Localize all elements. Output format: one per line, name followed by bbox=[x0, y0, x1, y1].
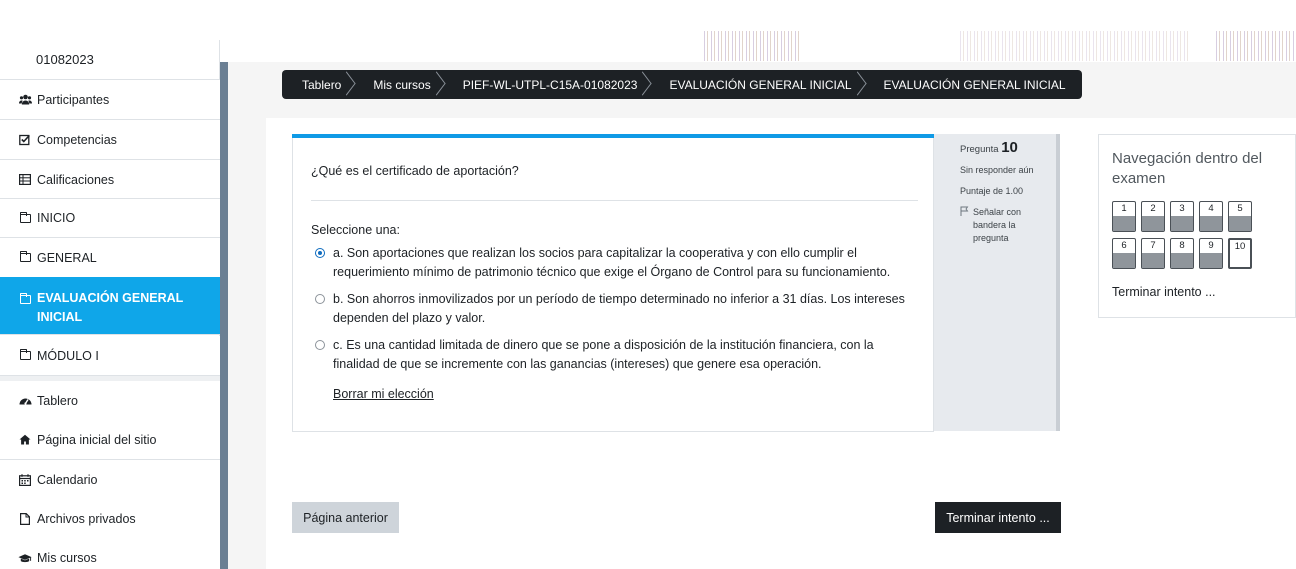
sidebar-item-label: Calendario bbox=[37, 472, 98, 487]
breadcrumb-item-mis-cursos[interactable]: Mis cursos bbox=[353, 70, 442, 99]
users-icon bbox=[18, 93, 32, 107]
sidebar-item-course-code[interactable]: 01082023 bbox=[0, 40, 220, 80]
sidebar-item-evaluacion-general-inicial[interactable]: EVALUACIÓN GENERAL INICIAL bbox=[0, 277, 220, 335]
sidebar-item-tablero[interactable]: Tablero bbox=[0, 381, 220, 421]
question-accent-bar bbox=[292, 134, 934, 138]
sidebar-item-label: INICIO bbox=[37, 211, 76, 225]
breadcrumb-item-current: EVALUACIÓN GENERAL INICIAL bbox=[864, 70, 1066, 99]
dashboard-icon bbox=[18, 394, 32, 408]
sidebar-item-mis-cursos[interactable]: Mis cursos bbox=[0, 538, 220, 569]
answer-option-text: c. Es una cantidad limitada de dinero qu… bbox=[333, 338, 874, 371]
quiz-navigation-title: Navegación dentro del examen bbox=[1112, 150, 1263, 187]
question-status: Sin responder aún bbox=[960, 165, 1034, 175]
question-text: ¿Qué es el certificado de aportación? bbox=[311, 164, 519, 178]
graduation-cap-icon bbox=[18, 551, 32, 565]
flag-question-toggle[interactable]: Señalar con bandera la pregunta bbox=[960, 206, 1047, 245]
sidebar-item-competencias[interactable]: Competencias bbox=[0, 120, 220, 160]
folder-icon bbox=[18, 292, 32, 306]
breadcrumb-item-tablero[interactable]: Tablero bbox=[290, 70, 353, 99]
breadcrumb-label: EVALUACIÓN GENERAL INICIAL bbox=[669, 77, 852, 92]
clear-choice-link[interactable]: Borrar mi elección bbox=[333, 387, 434, 401]
sidebar-item-label: Archivos privados bbox=[37, 511, 136, 526]
file-icon bbox=[18, 512, 32, 526]
question-info: Pregunta 10 Sin responder aún Puntaje de… bbox=[934, 134, 1060, 431]
sidebar-item-modulo-i[interactable]: MÓDULO I bbox=[0, 336, 220, 376]
answer-option-c[interactable]: c. Es una cantidad limitada de dinero qu… bbox=[315, 336, 915, 374]
sidebar-item-general[interactable]: GENERAL bbox=[0, 238, 220, 278]
quiz-nav-button-5[interactable]: 5 bbox=[1228, 201, 1252, 232]
answer-option-a[interactable]: a. Son aportaciones que realizan los soc… bbox=[315, 244, 915, 282]
sidebar-item-label: Página inicial del sitio bbox=[37, 432, 157, 447]
sidebar-item-calificaciones[interactable]: Calificaciones bbox=[0, 160, 220, 200]
quiz-nav-button-9[interactable]: 9 bbox=[1199, 238, 1223, 269]
breadcrumb-item-course[interactable]: PIEF-WL-UTPL-C15A-01082023 bbox=[443, 70, 650, 99]
sidebar-item-inicio[interactable]: INICIO bbox=[0, 198, 220, 238]
folder-icon bbox=[18, 251, 32, 265]
image-artifact bbox=[1216, 31, 1296, 61]
image-artifact bbox=[704, 31, 800, 61]
home-icon bbox=[18, 433, 32, 447]
quiz-nav-button-2[interactable]: 2 bbox=[1141, 201, 1165, 232]
sidebar-item-label: Competencias bbox=[37, 132, 117, 147]
finish-attempt-link[interactable]: Terminar intento ... bbox=[1112, 285, 1216, 299]
breadcrumb-label: Tablero bbox=[302, 77, 342, 92]
sidebar-item-pagina-inicial[interactable]: Página inicial del sitio bbox=[0, 420, 220, 460]
question-number-value: 10 bbox=[1001, 139, 1018, 156]
radio-unselected[interactable] bbox=[315, 340, 325, 350]
sidebar-item-label: Tablero bbox=[37, 393, 78, 408]
answer-option-b[interactable]: b. Son ahorros inmovilizados por un perí… bbox=[315, 290, 915, 328]
answer-option-text: a. Son aportaciones que realizan los soc… bbox=[333, 246, 891, 279]
image-artifact bbox=[960, 31, 1190, 61]
sidebar-item-label: Participantes bbox=[37, 92, 110, 107]
select-prompt: Seleccione una: bbox=[311, 223, 400, 237]
folder-icon bbox=[18, 211, 32, 225]
radio-unselected[interactable] bbox=[315, 294, 325, 304]
previous-page-button[interactable]: Página anterior bbox=[292, 502, 399, 533]
question-score: Puntaje de 1.00 bbox=[960, 186, 1024, 196]
course-sidebar: 01082023 Participantes Competencias Cali… bbox=[0, 40, 220, 569]
breadcrumb-label: PIEF-WL-UTPL-C15A-01082023 bbox=[462, 77, 638, 92]
answer-option-text: b. Son ahorros inmovilizados por un perí… bbox=[333, 292, 905, 325]
quiz-nav-button-8[interactable]: 8 bbox=[1170, 238, 1194, 269]
quiz-nav-button-3[interactable]: 3 bbox=[1170, 201, 1194, 232]
flag-question-label: Señalar con bandera la pregunta bbox=[973, 207, 1022, 243]
quiz-nav-button-6[interactable]: 6 bbox=[1112, 238, 1136, 269]
sidebar-item-label: Mis cursos bbox=[37, 551, 97, 565]
breadcrumb-label: Mis cursos bbox=[373, 77, 431, 92]
breadcrumb: Tablero Mis cursos PIEF-WL-UTPL-C15A-010… bbox=[282, 70, 1082, 99]
sidebar-item-label: Calificaciones bbox=[37, 172, 115, 187]
breadcrumb-item-section[interactable]: EVALUACIÓN GENERAL INICIAL bbox=[649, 70, 863, 99]
sidebar-edge bbox=[220, 62, 228, 569]
sidebar-item-label: EVALUACIÓN GENERAL INICIAL bbox=[37, 291, 184, 324]
quiz-nav-button-7[interactable]: 7 bbox=[1141, 238, 1165, 269]
sidebar-item-label: MÓDULO I bbox=[37, 348, 99, 363]
question-number: Pregunta 10 bbox=[960, 139, 1047, 156]
checkbox-icon bbox=[18, 133, 32, 147]
folder-icon bbox=[18, 349, 32, 363]
sidebar-item-label: 01082023 bbox=[36, 52, 94, 67]
sidebar-item-archivos-privados[interactable]: Archivos privados bbox=[0, 499, 220, 539]
radio-selected[interactable] bbox=[315, 248, 325, 258]
quiz-nav-button-4[interactable]: 4 bbox=[1199, 201, 1223, 232]
quiz-nav-button-10-current[interactable]: 10 bbox=[1228, 238, 1252, 269]
divider bbox=[311, 200, 918, 201]
sidebar-item-calendario[interactable]: Calendario bbox=[0, 460, 220, 500]
sidebar-item-label: GENERAL bbox=[37, 250, 97, 265]
breadcrumb-label: EVALUACIÓN GENERAL INICIAL bbox=[883, 77, 1066, 92]
question-content: ¿Qué es el certificado de aportación? Se… bbox=[292, 134, 934, 432]
sidebar-item-participantes[interactable]: Participantes bbox=[0, 80, 220, 120]
calendar-icon bbox=[18, 473, 32, 487]
finish-attempt-button[interactable]: Terminar intento ... bbox=[935, 502, 1061, 533]
table-icon bbox=[18, 173, 32, 187]
flag-icon bbox=[960, 206, 969, 245]
question-number-label: Pregunta bbox=[960, 144, 999, 155]
quiz-nav-button-1[interactable]: 1 bbox=[1112, 201, 1136, 232]
quiz-navigation-block: Navegación dentro del examen 1 2 3 4 5 6… bbox=[1098, 134, 1296, 318]
